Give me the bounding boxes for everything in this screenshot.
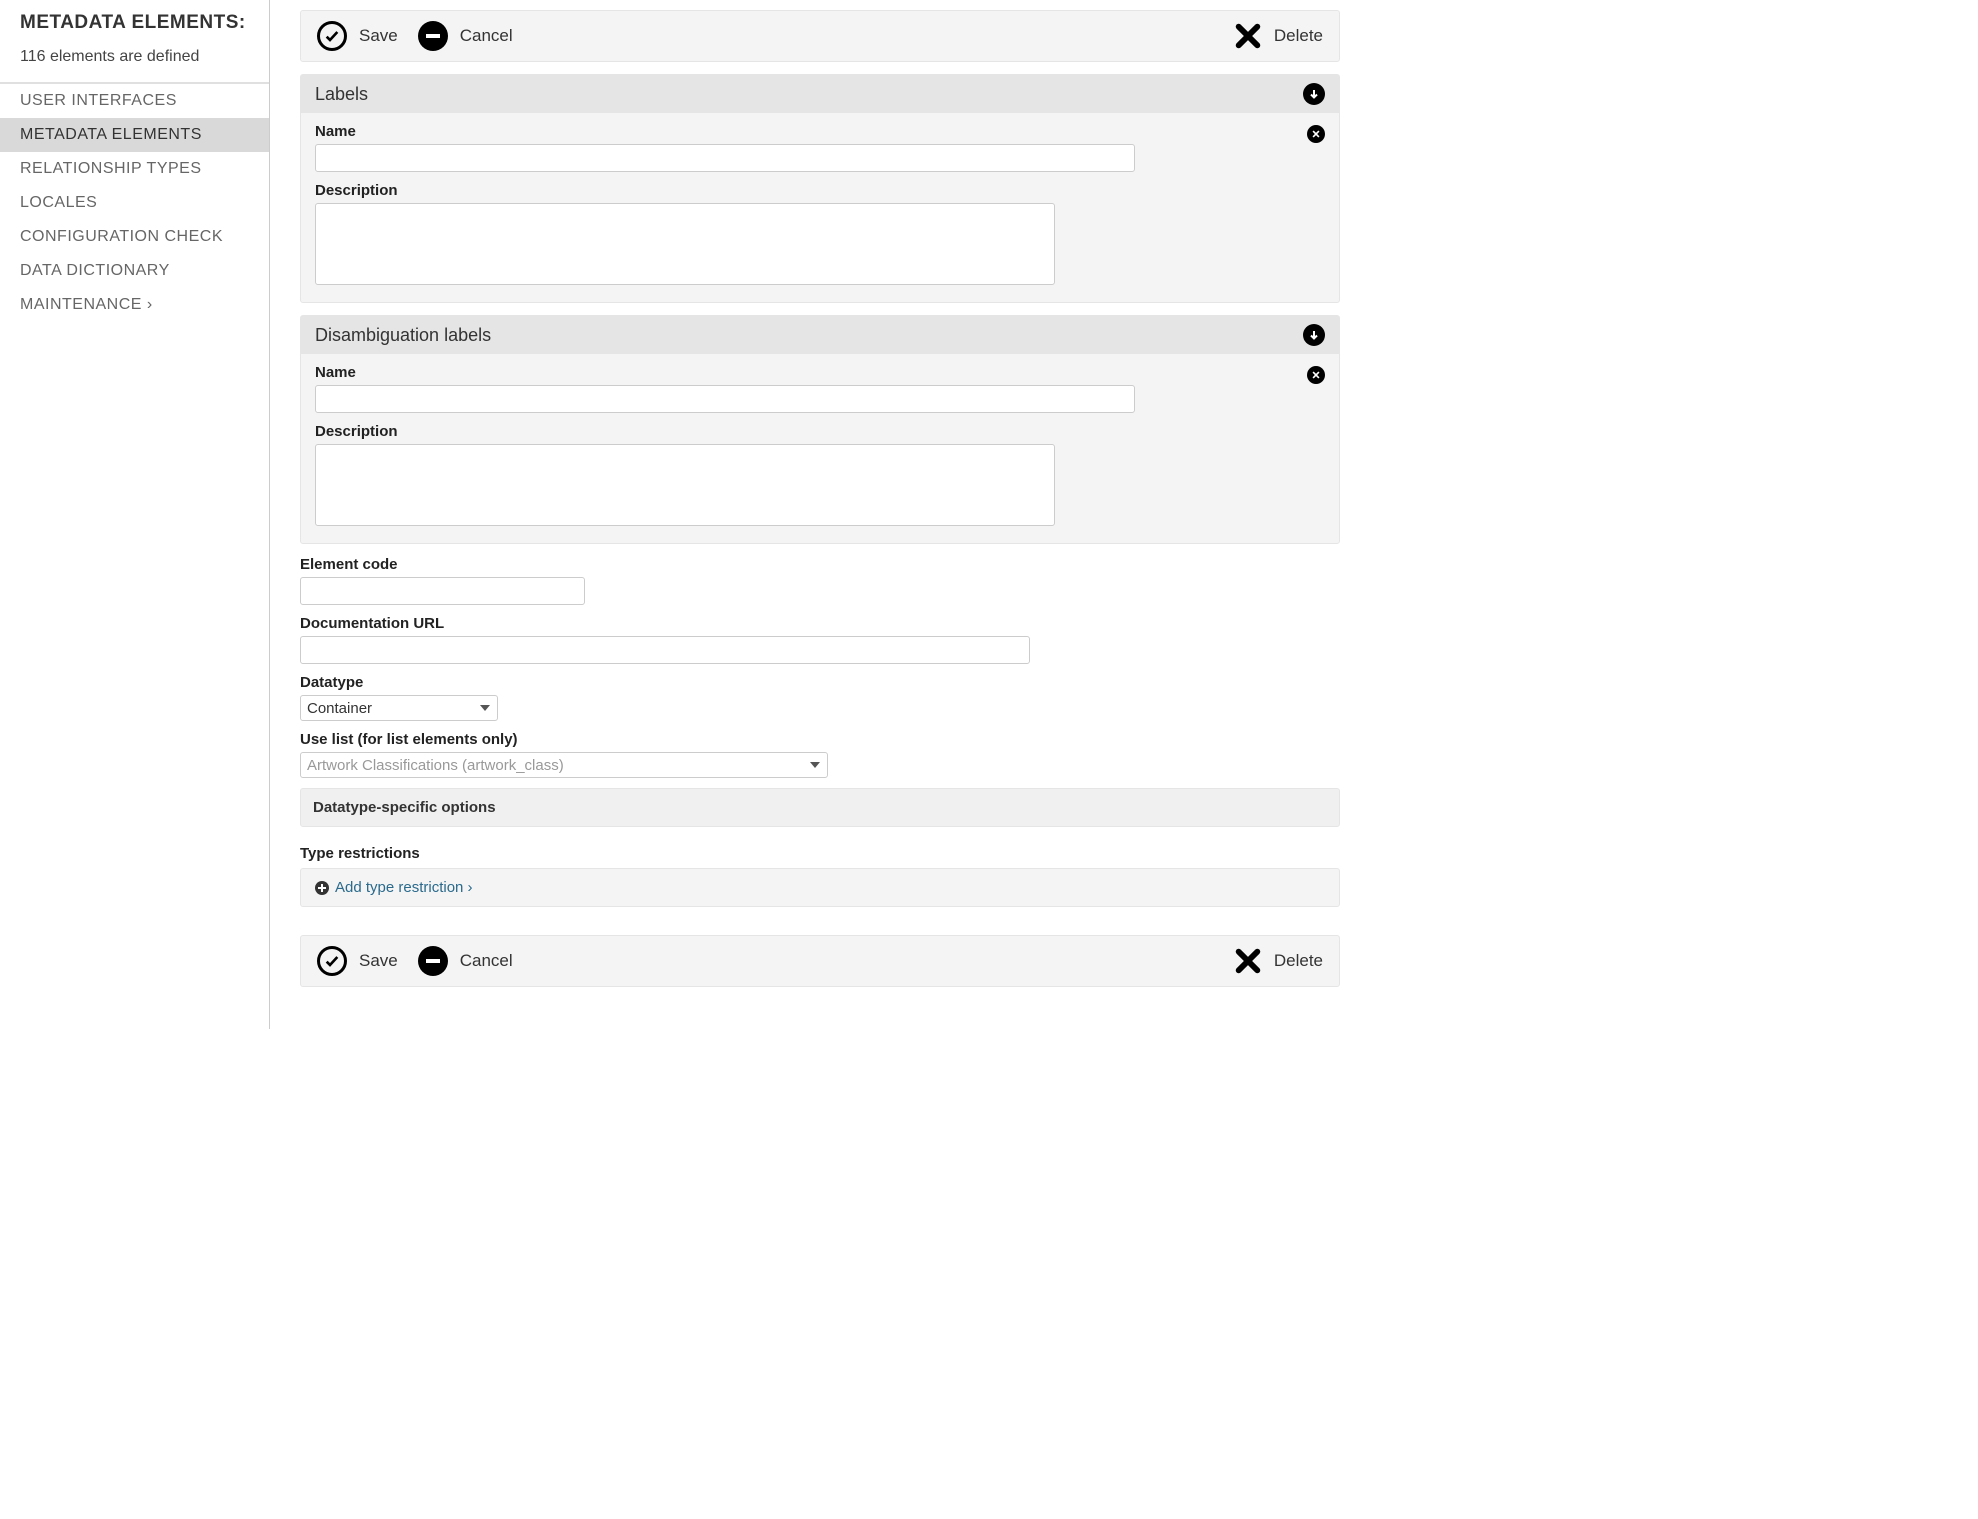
labels-panel: Labels Name Description: [300, 74, 1340, 303]
arrow-down-icon[interactable]: [1303, 324, 1325, 346]
sidebar-item-user-interfaces[interactable]: USER INTERFACES: [0, 84, 269, 118]
labels-name-input[interactable]: [315, 144, 1135, 172]
save-button[interactable]: Save: [317, 946, 398, 976]
check-icon: [317, 946, 347, 976]
type-restrictions-box: Add type restriction ›: [300, 868, 1340, 907]
sidebar: METADATA ELEMENTS: 116 elements are defi…: [0, 0, 270, 1029]
datatype-options-header: Datatype-specific options: [300, 788, 1340, 827]
minus-icon: [418, 21, 448, 51]
save-label: Save: [359, 951, 398, 971]
main-content: Save Cancel Delete Labels Name: [270, 0, 1370, 1029]
element-code-label: Element code: [300, 556, 1340, 573]
add-type-restriction-link[interactable]: Add type restriction ›: [315, 879, 1325, 896]
delete-label: Delete: [1274, 951, 1323, 971]
element-code-input[interactable]: [300, 577, 585, 605]
labels-name-label: Name: [315, 123, 1287, 140]
labels-desc-label: Description: [315, 182, 1325, 199]
disambiguation-panel: Disambiguation labels Name Description: [300, 315, 1340, 544]
labels-panel-title: Labels: [315, 84, 368, 105]
sidebar-title: METADATA ELEMENTS:: [20, 12, 249, 34]
close-icon[interactable]: [1307, 125, 1325, 143]
sidebar-item-maintenance[interactable]: MAINTENANCE ›: [0, 288, 269, 322]
sidebar-nav: USER INTERFACES METADATA ELEMENTS RELATI…: [0, 84, 269, 322]
toolbar-bottom: Save Cancel Delete: [300, 935, 1340, 987]
disambiguation-desc-label: Description: [315, 423, 1325, 440]
cancel-label: Cancel: [460, 951, 513, 971]
caret-down-icon: [810, 762, 820, 768]
type-restrictions-title: Type restrictions: [300, 845, 1340, 862]
sidebar-item-locales[interactable]: LOCALES: [0, 186, 269, 220]
toolbar-top: Save Cancel Delete: [300, 10, 1340, 62]
save-label: Save: [359, 26, 398, 46]
minus-icon: [418, 946, 448, 976]
doc-url-label: Documentation URL: [300, 615, 1340, 632]
disambiguation-name-input[interactable]: [315, 385, 1135, 413]
labels-desc-textarea[interactable]: [315, 203, 1055, 285]
disambiguation-name-label: Name: [315, 364, 1287, 381]
sidebar-item-relationship-types[interactable]: RELATIONSHIP TYPES: [0, 152, 269, 186]
disambiguation-panel-title: Disambiguation labels: [315, 325, 491, 346]
close-icon[interactable]: [1307, 366, 1325, 384]
datatype-value: Container: [307, 700, 372, 717]
x-icon: [1234, 22, 1262, 50]
add-type-restriction-label: Add type restriction ›: [335, 879, 473, 896]
check-icon: [317, 21, 347, 51]
plus-icon: [315, 881, 329, 895]
sidebar-header: METADATA ELEMENTS: 116 elements are defi…: [0, 0, 269, 84]
arrow-down-icon[interactable]: [1303, 83, 1325, 105]
sidebar-item-configuration-check[interactable]: CONFIGURATION CHECK: [0, 220, 269, 254]
use-list-label: Use list (for list elements only): [300, 731, 1340, 748]
caret-down-icon: [480, 705, 490, 711]
use-list-select[interactable]: Artwork Classifications (artwork_class): [300, 752, 828, 778]
cancel-button[interactable]: Cancel: [418, 946, 513, 976]
cancel-label: Cancel: [460, 26, 513, 46]
save-button[interactable]: Save: [317, 21, 398, 51]
delete-button[interactable]: Delete: [1234, 947, 1323, 975]
disambiguation-desc-textarea[interactable]: [315, 444, 1055, 526]
datatype-select[interactable]: Container: [300, 695, 498, 721]
datatype-label: Datatype: [300, 674, 1340, 691]
x-icon: [1234, 947, 1262, 975]
cancel-button[interactable]: Cancel: [418, 21, 513, 51]
delete-label: Delete: [1274, 26, 1323, 46]
sidebar-item-data-dictionary[interactable]: DATA DICTIONARY: [0, 254, 269, 288]
doc-url-input[interactable]: [300, 636, 1030, 664]
sidebar-item-metadata-elements[interactable]: METADATA ELEMENTS: [0, 118, 269, 152]
use-list-value: Artwork Classifications (artwork_class): [307, 757, 564, 774]
sidebar-subtitle: 116 elements are defined: [20, 48, 249, 66]
delete-button[interactable]: Delete: [1234, 22, 1323, 50]
